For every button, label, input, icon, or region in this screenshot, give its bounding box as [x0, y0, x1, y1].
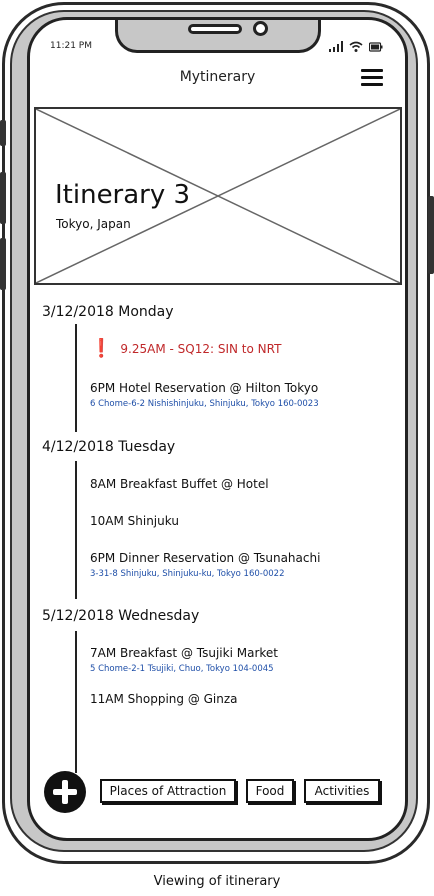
- volume-down-button: [0, 238, 6, 290]
- day-heading: 5/12/2018 Wednesday: [42, 608, 200, 624]
- timeline-line: [75, 461, 77, 599]
- item-address[interactable]: 3-31-8 Shinjuku, Shinjuku-ku, Tokyo 160-…: [90, 569, 320, 579]
- day-heading: 4/12/2018 Tuesday: [42, 439, 176, 455]
- tab-food[interactable]: Food: [246, 779, 294, 803]
- tab-places-of-attraction[interactable]: Places of Attraction: [100, 779, 236, 803]
- itinerary-location: Tokyo, Japan: [56, 217, 131, 231]
- item-address[interactable]: 5 Chome-2-1 Tsujiki, Chuo, Tokyo 104-004…: [90, 664, 278, 674]
- volume-up-button: [0, 172, 6, 224]
- timeline-item[interactable]: 6PM Dinner Reservation @ Tsunahachi 3-31…: [90, 551, 320, 579]
- hero-image-placeholder: Itinerary 3 Tokyo, Japan: [34, 107, 402, 285]
- timeline-line: [75, 631, 77, 773]
- wifi-icon: [349, 41, 363, 52]
- itinerary-title: Itinerary 3: [55, 180, 191, 210]
- item-address[interactable]: 6 Chome-6-2 Nishishinjuku, Shinjuku, Tok…: [90, 399, 319, 409]
- caption: Viewing of itinerary: [153, 874, 281, 889]
- item-text: 9.25AM - SQ12: SIN to NRT: [120, 342, 282, 356]
- timeline-item[interactable]: 10AM Shinjuku: [90, 514, 179, 528]
- item-text: 7AM Breakfast @ Tsujiki Market: [90, 646, 278, 660]
- timeline-item[interactable]: 8AM Breakfast Buffet @ Hotel: [90, 477, 269, 491]
- status-icons: [329, 41, 383, 52]
- exclamation-alert-icon: ❗: [90, 338, 113, 359]
- mute-switch: [0, 120, 6, 146]
- timeline-line: [75, 324, 77, 432]
- day-heading: 3/12/2018 Monday: [42, 304, 174, 320]
- camera-icon: [253, 21, 268, 36]
- signal-icon: [329, 41, 343, 52]
- item-text: 6PM Dinner Reservation @ Tsunahachi: [90, 551, 321, 565]
- speaker-icon: [188, 24, 242, 34]
- app-title: Mytinerary: [179, 69, 256, 85]
- plus-icon-stem: [62, 780, 68, 804]
- hamburger-menu-icon[interactable]: [361, 69, 383, 87]
- notch: [115, 20, 321, 53]
- tab-activities[interactable]: Activities: [304, 779, 380, 803]
- status-time: 11:21 PM: [50, 41, 92, 51]
- item-text: 8AM Breakfast Buffet @ Hotel: [90, 477, 269, 491]
- add-item-button[interactable]: [44, 771, 86, 813]
- timeline-item[interactable]: ❗ 9.25AM - SQ12: SIN to NRT: [90, 340, 281, 358]
- timeline-item[interactable]: 6PM Hotel Reservation @ Hilton Tokyo 6 C…: [90, 381, 319, 409]
- item-text: 10AM Shinjuku: [90, 514, 179, 528]
- item-text: 11AM Shopping @ Ginza: [90, 692, 238, 706]
- item-text: 6PM Hotel Reservation @ Hilton Tokyo: [90, 381, 319, 395]
- phone-screen: 11:21 PM Mytinerary Itinerary 3 Tokyo, J…: [27, 17, 408, 841]
- power-button: [428, 196, 434, 274]
- timeline-item[interactable]: 11AM Shopping @ Ginza: [90, 692, 238, 706]
- battery-icon: [369, 41, 383, 52]
- timeline-item[interactable]: 7AM Breakfast @ Tsujiki Market 5 Chome-2…: [90, 646, 278, 674]
